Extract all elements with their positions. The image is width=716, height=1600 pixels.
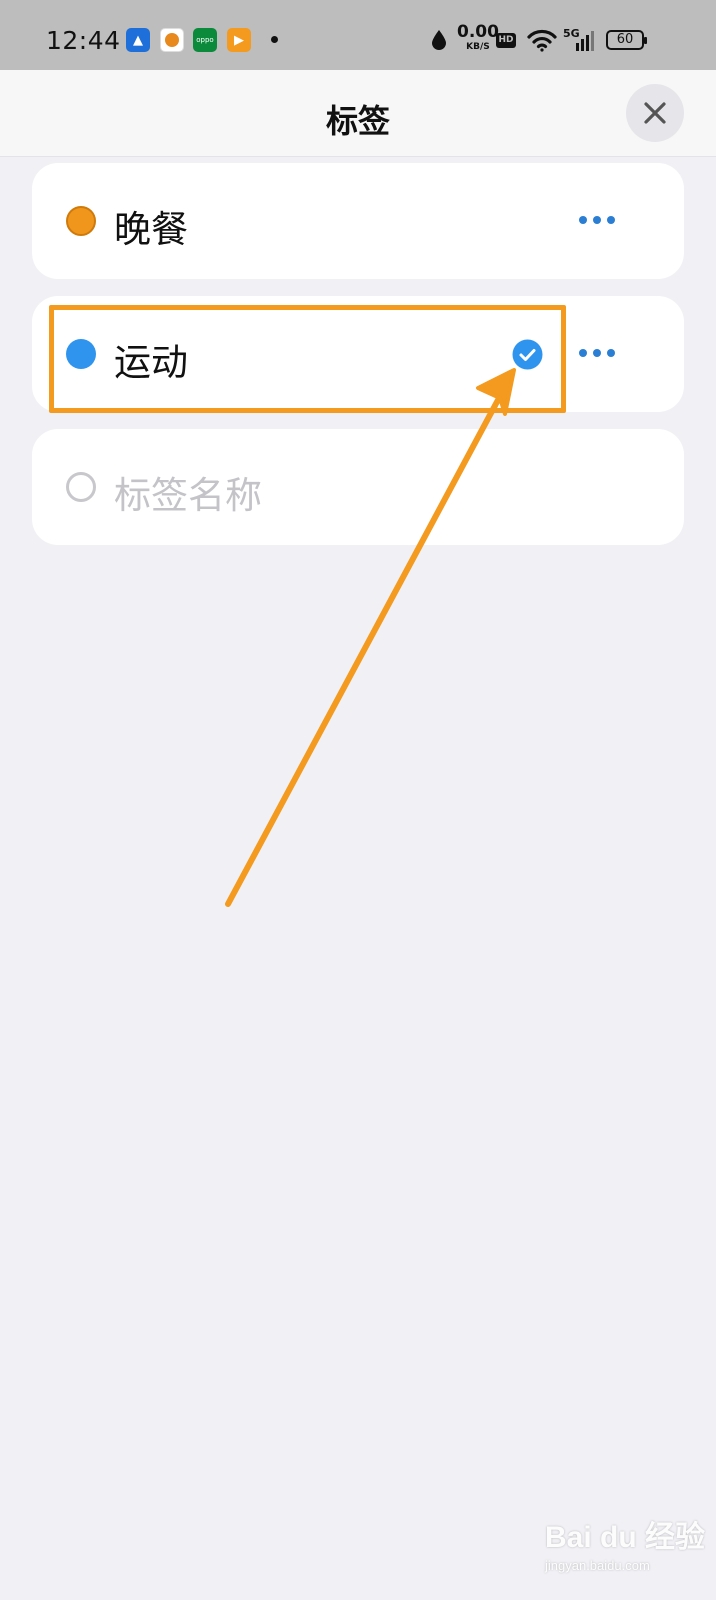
more-notifications-icon bbox=[271, 36, 278, 43]
watermark-url: jingyan.baidu.com bbox=[545, 1558, 650, 1573]
more-options-icon[interactable] bbox=[578, 213, 618, 227]
data-saver-icon bbox=[432, 30, 446, 50]
close-button[interactable] bbox=[626, 84, 684, 142]
cellular-signal-icon bbox=[576, 31, 594, 51]
status-time: 12:44 bbox=[46, 26, 121, 55]
taobao-notification-icon bbox=[160, 28, 184, 52]
app-notification-icon: ▲ bbox=[126, 28, 150, 52]
watermark: Bai du 经验 jingyan.baidu.com bbox=[545, 1512, 705, 1573]
tag-label: 晚餐 bbox=[114, 208, 188, 251]
page-title: 标签 bbox=[325, 102, 390, 140]
network-speed: 0.00 KB/S bbox=[457, 22, 499, 55]
header-bar: 标签 bbox=[0, 70, 716, 157]
video-notification-icon: ▶ bbox=[227, 28, 251, 52]
tag-color-dot bbox=[66, 206, 96, 236]
empty-circle-icon bbox=[66, 472, 96, 502]
close-icon bbox=[644, 102, 666, 124]
tag-item-dinner[interactable]: 晚餐 bbox=[32, 163, 684, 279]
wifi-icon bbox=[527, 29, 557, 52]
new-tag-row[interactable]: 标签名称 bbox=[32, 429, 684, 545]
hd-badge: HD bbox=[496, 33, 516, 48]
watermark-logo: Bai du 经验 bbox=[545, 1521, 706, 1554]
highlight-box bbox=[49, 305, 566, 413]
more-options-icon[interactable] bbox=[578, 346, 618, 360]
oppo-notification-icon: oppo bbox=[193, 28, 217, 52]
battery-icon: 60 bbox=[606, 30, 647, 50]
new-tag-input[interactable]: 标签名称 bbox=[114, 465, 262, 519]
network-speed-value: 0.00 bbox=[457, 22, 499, 42]
network-speed-unit: KB/S bbox=[466, 42, 490, 52]
status-bar: 12:44 ▲ oppo ▶ 0.00 KB/S HD 5G 60 bbox=[0, 0, 716, 70]
